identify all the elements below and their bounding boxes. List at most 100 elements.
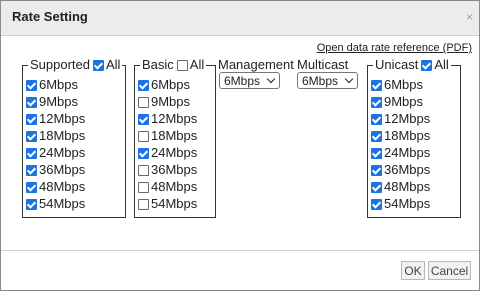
basic-group: Basic All 6Mbps 9Mbps 12Mbps 18Mbps 24Mb…	[134, 57, 216, 218]
checkbox-icon[interactable]	[371, 148, 382, 159]
rate-label: 24Mbps	[151, 145, 198, 160]
unicast-rate-54mbps[interactable]: 54Mbps	[371, 196, 430, 212]
checkbox-icon[interactable]	[26, 97, 37, 108]
ok-button[interactable]: OK	[401, 261, 425, 280]
supported-rate-54mbps[interactable]: 54Mbps	[26, 196, 85, 212]
chevron-down-icon	[344, 74, 354, 84]
supported-rate-36mbps[interactable]: 36Mbps	[26, 162, 85, 178]
rate-label: 18Mbps	[384, 128, 431, 143]
rate-label: 54Mbps	[39, 196, 86, 211]
unicast-rate-9mbps[interactable]: 9Mbps	[371, 94, 423, 110]
rate-label: 54Mbps	[151, 196, 198, 211]
rate-label: 6Mbps	[151, 77, 191, 92]
checkbox-icon[interactable]	[26, 199, 37, 210]
supported-rate-24mbps[interactable]: 24Mbps	[26, 145, 85, 161]
management-select-value: 6Mbps	[224, 74, 261, 88]
unicast-rate-48mbps[interactable]: 48Mbps	[371, 179, 430, 195]
cancel-button[interactable]: Cancel	[428, 261, 471, 280]
basic-rate-36mbps[interactable]: 36Mbps	[138, 162, 197, 178]
basic-rate-9mbps[interactable]: 9Mbps	[138, 94, 190, 110]
supported-rate-48mbps[interactable]: 48Mbps	[26, 179, 85, 195]
management-label: Management	[218, 57, 294, 72]
checkbox-icon[interactable]	[138, 97, 149, 108]
basic-legend: Basic All	[140, 57, 207, 73]
checkbox-icon[interactable]	[138, 114, 149, 125]
supported-rate-12mbps[interactable]: 12Mbps	[26, 111, 85, 127]
checkbox-icon[interactable]	[26, 80, 37, 91]
checkbox-icon[interactable]	[26, 114, 37, 125]
checkbox-icon[interactable]	[371, 80, 382, 91]
basic-rate-54mbps[interactable]: 54Mbps	[138, 196, 197, 212]
supported-all-checkbox[interactable]	[93, 60, 104, 71]
supported-rate-18mbps[interactable]: 18Mbps	[26, 128, 85, 144]
unicast-rate-24mbps[interactable]: 24Mbps	[371, 145, 430, 161]
rate-label: 6Mbps	[384, 77, 424, 92]
unicast-label: Unicast	[375, 57, 419, 72]
basic-rate-12mbps[interactable]: 12Mbps	[138, 111, 197, 127]
checkbox-icon[interactable]	[138, 182, 149, 193]
supported-label: Supported	[30, 57, 90, 72]
checkbox-icon[interactable]	[371, 131, 382, 142]
unicast-all-checkbox[interactable]	[421, 60, 433, 71]
checkbox-icon[interactable]	[371, 114, 382, 125]
unicast-legend: Unicast All	[373, 57, 451, 73]
multicast-select-value: 6Mbps	[302, 74, 339, 88]
rate-label: 48Mbps	[151, 179, 198, 194]
chevron-down-icon	[266, 74, 276, 84]
rate-label: 24Mbps	[384, 145, 431, 160]
basic-rate-48mbps[interactable]: 48Mbps	[138, 179, 197, 195]
checkbox-icon[interactable]	[371, 182, 382, 193]
rate-label: 9Mbps	[151, 94, 191, 109]
checkbox-icon[interactable]	[26, 131, 37, 142]
multicast-label: Multicast	[297, 57, 349, 72]
rate-label: 12Mbps	[39, 111, 86, 126]
checkbox-icon[interactable]	[371, 165, 382, 176]
rate-label: 48Mbps	[39, 179, 86, 194]
basic-rate-6mbps[interactable]: 6Mbps	[138, 77, 190, 93]
rate-label: 36Mbps	[384, 162, 431, 177]
checkbox-icon[interactable]	[371, 97, 382, 108]
checkbox-icon[interactable]	[138, 80, 149, 91]
unicast-rate-6mbps[interactable]: 6Mbps	[371, 77, 423, 93]
rate-label: 54Mbps	[384, 196, 431, 211]
supported-legend: Supported All	[28, 57, 123, 73]
rate-label: 6Mbps	[39, 77, 79, 92]
checkbox-icon[interactable]	[138, 131, 149, 142]
unicast-rate-36mbps[interactable]: 36Mbps	[371, 162, 430, 178]
rate-label: 12Mbps	[151, 111, 198, 126]
checkbox-icon[interactable]	[26, 182, 37, 193]
data-rate-reference-link[interactable]: Open data rate reference (PDF)	[317, 42, 472, 54]
basic-rate-24mbps[interactable]: 24Mbps	[138, 145, 197, 161]
basic-rate-18mbps[interactable]: 18Mbps	[138, 128, 197, 144]
title-bar: Rate Setting ×	[1, 1, 479, 36]
checkbox-icon[interactable]	[26, 165, 37, 176]
unicast-all-label: All	[434, 57, 449, 72]
rate-label: 36Mbps	[151, 162, 198, 177]
supported-all-label: All	[106, 57, 121, 72]
checkbox-icon[interactable]	[371, 199, 382, 210]
unicast-rate-18mbps[interactable]: 18Mbps	[371, 128, 430, 144]
basic-label: Basic	[142, 57, 174, 72]
unicast-group: Unicast All 6Mbps 9Mbps 12Mbps 18Mbps 24…	[367, 57, 461, 218]
rate-label: 9Mbps	[384, 94, 424, 109]
supported-rate-6mbps[interactable]: 6Mbps	[26, 77, 78, 93]
unicast-rate-12mbps[interactable]: 12Mbps	[371, 111, 430, 127]
rate-label: 48Mbps	[384, 179, 431, 194]
basic-all-checkbox[interactable]	[176, 60, 188, 71]
checkbox-icon[interactable]	[138, 148, 149, 159]
rate-setting-dialog: Rate Setting × Open data rate reference …	[0, 0, 480, 291]
rate-label: 24Mbps	[39, 145, 86, 160]
footer-divider	[1, 250, 479, 251]
management-rate-select[interactable]: 6Mbps	[219, 72, 280, 89]
supported-group: Supported All 6Mbps 9Mbps 12Mbps 18Mbps …	[22, 57, 126, 218]
rate-label: 18Mbps	[151, 128, 198, 143]
checkbox-icon[interactable]	[138, 199, 149, 210]
checkbox-icon[interactable]	[138, 165, 149, 176]
supported-rate-9mbps[interactable]: 9Mbps	[26, 94, 78, 110]
multicast-rate-select[interactable]: 6Mbps	[297, 72, 358, 89]
close-icon[interactable]: ×	[466, 10, 473, 24]
rate-label: 36Mbps	[39, 162, 86, 177]
rate-label: 9Mbps	[39, 94, 79, 109]
checkbox-icon[interactable]	[26, 148, 37, 159]
dialog-title: Rate Setting	[12, 9, 88, 24]
